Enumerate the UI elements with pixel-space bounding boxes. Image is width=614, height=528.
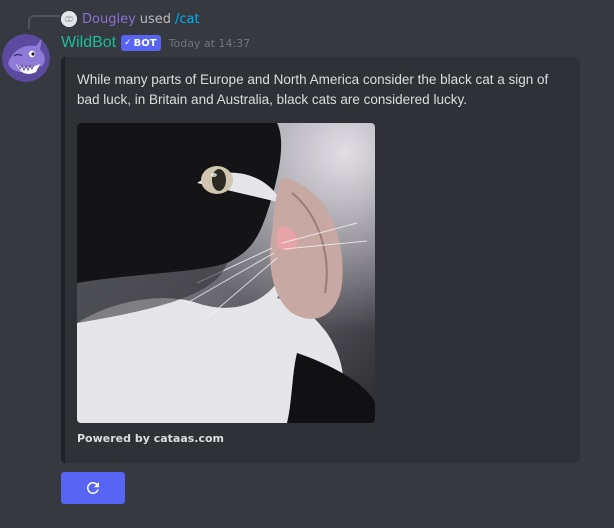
bot-badge-label: BOT bbox=[133, 37, 157, 49]
bot-avatar[interactable] bbox=[2, 34, 50, 82]
bot-username[interactable]: WildBot bbox=[61, 34, 116, 52]
refresh-button[interactable] bbox=[61, 472, 125, 504]
command-usage-line: Dougley used /cat bbox=[61, 10, 200, 28]
message-timestamp[interactable]: Today at 14:37 bbox=[169, 37, 251, 50]
usage-verb: used bbox=[139, 11, 172, 27]
usage-username[interactable]: Dougley bbox=[82, 12, 136, 27]
message-header: WildBot ✓ BOT Today at 14:37 bbox=[61, 32, 250, 54]
bot-badge: ✓ BOT bbox=[121, 35, 161, 51]
cat-embed: While many parts of Europe and North Ame… bbox=[61, 57, 580, 463]
embed-footer: Powered by cataas.com bbox=[77, 432, 225, 445]
embed-description: While many parts of Europe and North Ame… bbox=[77, 72, 549, 107]
slash-command[interactable]: /cat bbox=[175, 12, 200, 27]
robot-icon bbox=[61, 11, 77, 27]
checkmark-icon: ✓ bbox=[124, 38, 132, 48]
user-avatar[interactable] bbox=[61, 11, 77, 27]
shark-mascot-icon bbox=[2, 34, 50, 82]
cat-photo[interactable] bbox=[77, 123, 375, 423]
refresh-icon bbox=[86, 482, 99, 494]
reply-connector-line bbox=[28, 15, 60, 29]
cat-photo-image bbox=[77, 123, 375, 423]
